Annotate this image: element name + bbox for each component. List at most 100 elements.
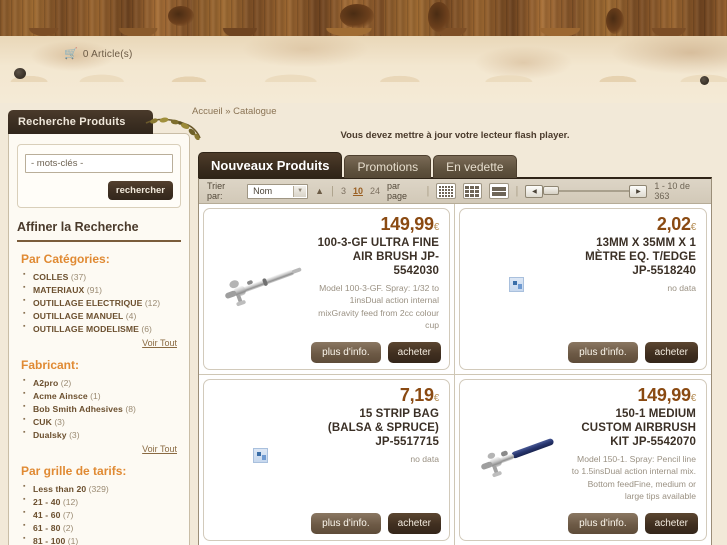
toolbar-divider: | bbox=[426, 185, 430, 197]
search-panel-body: rechercher Affiner la Recherche Par Caté… bbox=[8, 133, 190, 545]
per-page-3[interactable]: 3 bbox=[341, 186, 346, 196]
buy-button[interactable]: acheter bbox=[644, 513, 698, 534]
per-page-10[interactable]: 10 bbox=[353, 186, 363, 196]
airbrush-silver-icon bbox=[225, 267, 302, 306]
facet-item[interactable]: MATERIAUX (91) bbox=[21, 283, 181, 296]
cart-summary[interactable]: 🛒 0 Article(s) bbox=[64, 49, 133, 61]
tab-promotions[interactable]: Promotions bbox=[344, 155, 432, 178]
facet-item[interactable]: OUTILLAGE ELECTRIQUE (12) bbox=[21, 296, 181, 309]
product-price: 2,02€ bbox=[656, 214, 696, 234]
facet-item[interactable]: 81 - 100 (1) bbox=[21, 534, 181, 545]
sidebar: Recherche Produits rechercher Affin bbox=[8, 110, 201, 545]
wood-knot-icon bbox=[428, 2, 450, 32]
product-description: Model 100-3-GF. Spray: 1/32 to 1insDual … bbox=[318, 282, 439, 331]
more-info-button[interactable]: plus d'info. bbox=[311, 342, 381, 363]
per-page-label: par page bbox=[386, 181, 408, 201]
wood-knot-icon bbox=[340, 4, 374, 28]
slider-track[interactable] bbox=[543, 186, 630, 195]
facet-see-all-categories[interactable]: Voir Tout bbox=[17, 338, 177, 348]
facet-item[interactable]: CUK (3) bbox=[21, 415, 181, 428]
view-mode-list-button[interactable] bbox=[489, 183, 509, 199]
arrow-right-icon[interactable]: ▶ bbox=[629, 184, 648, 198]
product-price: 149,99€ bbox=[637, 385, 696, 405]
product-name[interactable]: 150-1 MEDIUM CUSTOM AIRBRUSH KIT JP-5542… bbox=[570, 407, 696, 449]
search-box: rechercher bbox=[17, 144, 181, 208]
product-description: no data bbox=[667, 282, 696, 293]
search-panel-title: Recherche Produits bbox=[8, 110, 153, 134]
product-price: 7,19€ bbox=[399, 385, 439, 405]
slider-thumb[interactable] bbox=[543, 186, 560, 195]
facet-item[interactable]: OUTILLAGE MANUEL (4) bbox=[21, 309, 181, 322]
wood-knot-icon bbox=[606, 8, 624, 34]
tab-nouveaux-produits[interactable]: Nouveaux Produits bbox=[198, 152, 343, 178]
facet-item[interactable]: 61 - 80 (2) bbox=[21, 521, 181, 534]
sort-select[interactable]: Nom ▼ bbox=[247, 183, 309, 199]
page-slider[interactable]: ◀ ▶ bbox=[525, 184, 648, 198]
search-products-panel: Recherche Produits rechercher Affin bbox=[8, 110, 201, 545]
parchment-torn-edge bbox=[0, 66, 727, 82]
product-image bbox=[468, 386, 564, 509]
facet-see-all-manufacturer[interactable]: Voir Tout bbox=[17, 444, 177, 454]
facet-item[interactable]: COLLES (37) bbox=[21, 270, 181, 283]
product-description: no data bbox=[410, 453, 439, 464]
airbrush-blue-icon bbox=[481, 438, 554, 477]
facet-item[interactable]: OUTILLAGE MODELISME (6) bbox=[21, 322, 181, 335]
facet-item[interactable]: 41 - 60 (7) bbox=[21, 508, 181, 521]
result-count: 1 - 10 de 363 bbox=[654, 181, 690, 201]
buy-button[interactable]: acheter bbox=[387, 342, 441, 363]
refine-search-heading: Affiner la Recherche bbox=[17, 220, 181, 242]
main-content: Vous devez mettre à jour votre lecteur f… bbox=[198, 130, 712, 545]
facet-list-categories: COLLES (37) MATERIAUX (91) OUTILLAGE ELE… bbox=[21, 270, 181, 335]
breadcrumb[interactable]: Accueil » Catalogue bbox=[192, 106, 277, 117]
facet-item[interactable]: 21 - 40 (12) bbox=[21, 495, 181, 508]
facet-item[interactable]: Less than 20 (329) bbox=[21, 482, 181, 495]
chevron-down-icon: ▼ bbox=[293, 185, 307, 197]
product-image bbox=[468, 215, 564, 338]
facet-list-price: Less than 20 (329) 21 - 40 (12) 41 - 60 … bbox=[21, 482, 181, 545]
view-mode-grid-dense-button[interactable] bbox=[436, 183, 456, 199]
per-page-24[interactable]: 24 bbox=[370, 186, 380, 196]
more-info-button[interactable]: plus d'info. bbox=[568, 513, 638, 534]
ink-blot-icon bbox=[700, 76, 709, 85]
product-price: 149,99€ bbox=[380, 214, 439, 234]
product-name[interactable]: 13MM X 35MM X 1 MÈTRE EQ. T/EDGE JP-5518… bbox=[570, 236, 696, 278]
product-cell: 149,99€ 150-1 MEDIUM CUSTOM AIRBRUSH KIT… bbox=[455, 375, 711, 545]
product-card[interactable]: 149,99€ 150-1 MEDIUM CUSTOM AIRBRUSH KIT… bbox=[459, 379, 707, 541]
more-info-button[interactable]: plus d'info. bbox=[568, 342, 638, 363]
parchment-texture bbox=[0, 36, 727, 103]
facet-title-manufacturer: Fabricant: bbox=[21, 358, 80, 372]
facet-item[interactable]: Acme Ainsce (1) bbox=[21, 389, 181, 402]
view-mode-grid-button[interactable] bbox=[462, 183, 483, 199]
product-image bbox=[212, 386, 308, 509]
buy-button[interactable]: acheter bbox=[387, 513, 441, 534]
more-info-button[interactable]: plus d'info. bbox=[311, 513, 381, 534]
facet-title-categories: Par Catégories: bbox=[21, 252, 110, 266]
tab-en-vedette[interactable]: En vedette bbox=[433, 155, 517, 178]
facet-item[interactable]: Dualsky (3) bbox=[21, 428, 181, 441]
grid-icon bbox=[465, 185, 480, 197]
sort-ascending-icon[interactable]: ▲ bbox=[315, 186, 324, 196]
sort-select-value: Nom bbox=[253, 186, 273, 196]
product-description: Model 150-1. Spray: Pencil line to 1.5in… bbox=[571, 453, 696, 502]
facet-item[interactable]: A2pro (2) bbox=[21, 376, 181, 389]
cart-count-label: 0 Article(s) bbox=[82, 49, 133, 60]
product-cell: 2,02€ 13MM X 35MM X 1 MÈTRE EQ. T/EDGE J… bbox=[455, 204, 711, 375]
product-name[interactable]: 100-3-GF ULTRA FINE AIR BRUSH JP-5542030 bbox=[314, 236, 439, 278]
grid-dense-icon bbox=[439, 185, 454, 197]
facet-title-price: Par grille de tarifs: bbox=[21, 464, 127, 478]
product-cell: 7,19€ 15 STRIP BAG (BALSA & SPRUCE) JP-5… bbox=[199, 375, 455, 545]
product-image bbox=[212, 215, 308, 338]
search-submit-button[interactable]: rechercher bbox=[107, 181, 173, 200]
buy-button[interactable]: acheter bbox=[644, 342, 698, 363]
product-card[interactable]: 2,02€ 13MM X 35MM X 1 MÈTRE EQ. T/EDGE J… bbox=[459, 208, 707, 370]
product-card[interactable]: 7,19€ 15 STRIP BAG (BALSA & SPRUCE) JP-5… bbox=[203, 379, 450, 541]
listing-toolbar: Trier par: Nom ▼ ▲ | 3 10 24 par page | bbox=[199, 179, 711, 204]
facet-list-manufacturer: A2pro (2) Acme Ainsce (1) Bob Smith Adhe… bbox=[21, 376, 181, 441]
search-input[interactable] bbox=[25, 154, 173, 173]
product-name[interactable]: 15 STRIP BAG (BALSA & SPRUCE) JP-5517715 bbox=[314, 407, 439, 449]
product-tabs: Nouveaux Produits Promotions En vedette bbox=[198, 152, 712, 178]
arrow-left-icon[interactable]: ◀ bbox=[525, 184, 544, 198]
product-grid: 149,99€ 100-3-GF ULTRA FINE AIR BRUSH JP… bbox=[199, 204, 711, 545]
product-card[interactable]: 149,99€ 100-3-GF ULTRA FINE AIR BRUSH JP… bbox=[203, 208, 450, 370]
facet-item[interactable]: Bob Smith Adhesives (8) bbox=[21, 402, 181, 415]
